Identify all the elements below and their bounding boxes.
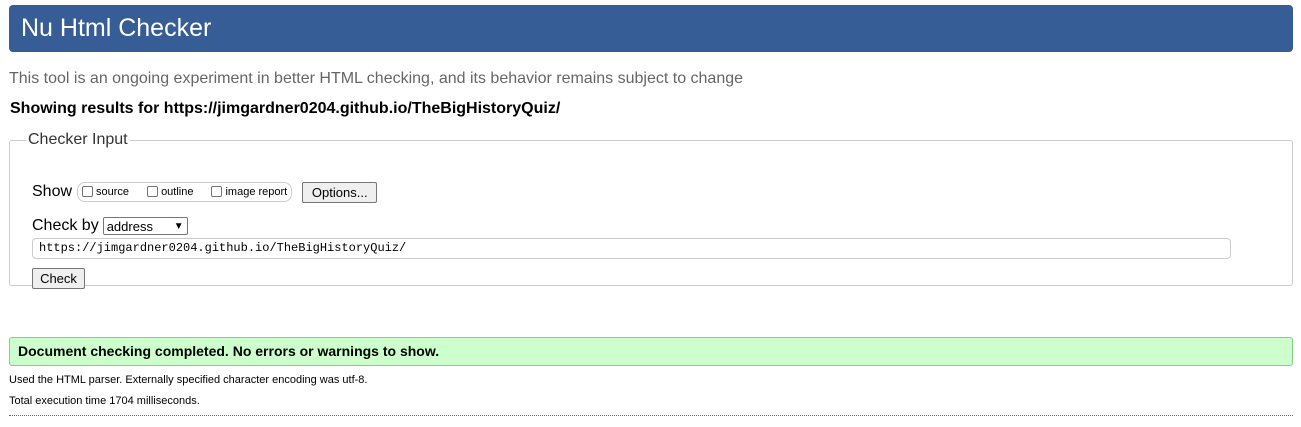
outline-checkbox-label: outline [161,186,194,198]
show-image-report-option[interactable]: image report [211,185,288,198]
check-by-select[interactable]: address ▼ [102,217,188,235]
checker-input-legend: Checker Input [28,131,128,148]
show-options-group: source outline image report [77,182,293,202]
check-button[interactable]: Check [32,268,85,289]
outline-checkbox[interactable] [147,185,159,197]
intro-text: This tool is an ongoing experiment in be… [9,70,744,87]
app-header: Nu Html Checker [9,5,1293,52]
chevron-down-icon: ▼ [173,220,184,232]
dotted-divider [9,415,1293,416]
showing-results-heading: Showing results for https://jimgardner02… [10,100,561,117]
source-checkbox[interactable] [82,185,94,197]
check-by-row: Check by address ▼ [32,215,188,237]
url-input[interactable]: https://jimgardner0204.github.io/TheBigH… [32,238,1231,259]
check-by-label: Check by [32,217,99,234]
show-label: Show [32,183,73,200]
image-report-checkbox[interactable] [211,185,223,197]
options-button[interactable]: Options... [302,181,378,203]
result-success-message: Document checking completed. No errors o… [9,337,1293,366]
show-outline-option[interactable]: outline [147,185,194,198]
checker-input-panel: Checker Input Show source outline image … [9,131,1293,289]
image-report-checkbox-label: image report [225,186,288,198]
check-by-selected-value: address [106,218,153,234]
show-source-option[interactable]: source [82,185,130,198]
parser-info-text: Used the HTML parser. Externally specifi… [9,374,368,386]
show-options-row: Show source outline image report Options… [32,180,378,204]
execution-time-text: Total execution time 1704 milliseconds. [9,395,200,407]
source-checkbox-label: source [96,186,130,198]
page-title: Nu Html Checker [21,14,212,42]
